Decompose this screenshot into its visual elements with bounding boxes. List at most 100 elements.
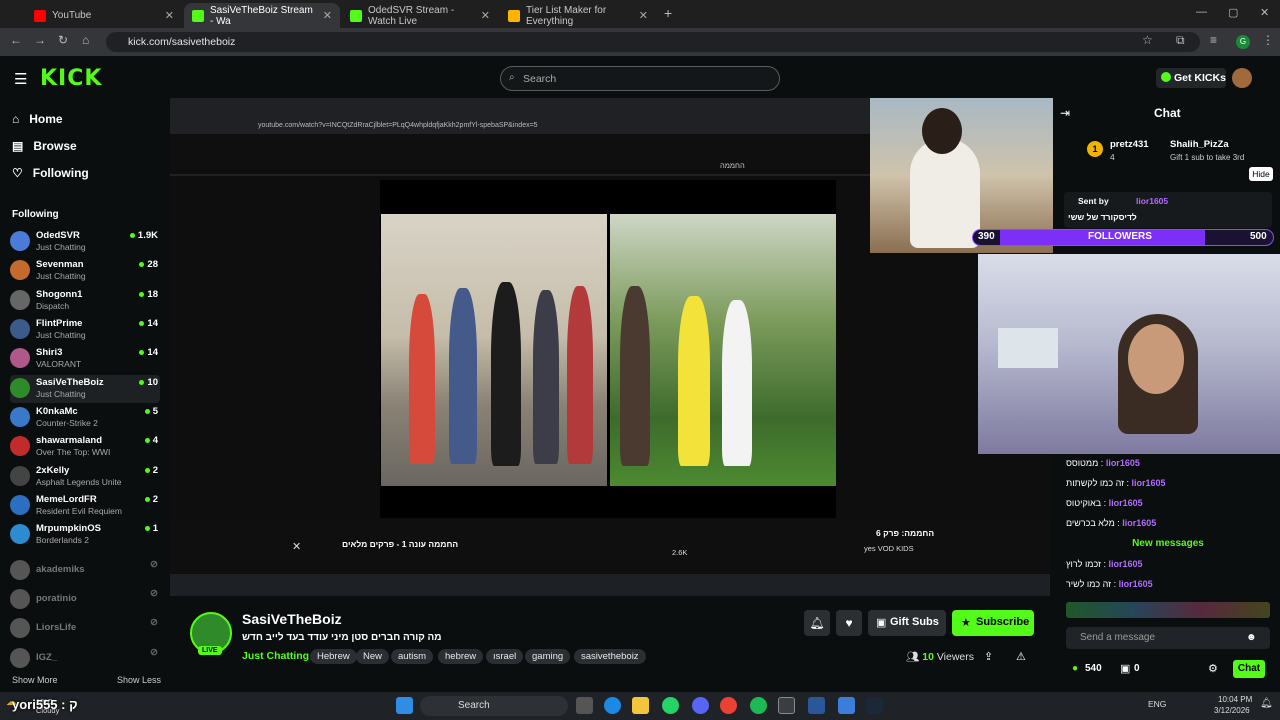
following-heading: Following xyxy=(12,209,59,220)
video-scene-right xyxy=(610,214,836,486)
close-icon[interactable]: ✕ xyxy=(165,9,174,22)
photos-icon[interactable] xyxy=(838,697,855,714)
tab-youtube[interactable]: YouTube ✕ xyxy=(26,3,182,28)
sidebar-item-offline[interactable]: LiorsLife ⊘ xyxy=(10,615,160,643)
channel-name: poratinio xyxy=(36,593,77,604)
maximize-button[interactable]: ▢ xyxy=(1228,6,1238,19)
avatar xyxy=(10,524,30,544)
send-message-input[interactable]: Send a message xyxy=(1066,627,1270,649)
stream-category[interactable]: Just Chatting xyxy=(242,650,309,662)
file-explorer-icon[interactable] xyxy=(632,697,649,714)
show-more-button[interactable]: Show More xyxy=(12,675,58,685)
sidebar-item-memelordfr[interactable]: MemeLordFR Resident Evil Requiem 2 xyxy=(10,492,160,520)
stream-tag[interactable]: Hebrew xyxy=(310,649,357,664)
user-avatar[interactable] xyxy=(1232,68,1252,88)
whatsapp-icon[interactable] xyxy=(662,697,679,714)
close-icon[interactable]: ✕ xyxy=(481,9,490,22)
chrome-active-icon[interactable] xyxy=(778,697,795,714)
collapse-chat-icon[interactable]: ⇥ xyxy=(1060,106,1070,120)
tab-odedsvr[interactable]: OdedSVR Stream - Watch Live ✕ xyxy=(342,3,498,28)
follow-heart-icon[interactable]: ♥ xyxy=(836,610,862,636)
nav-following[interactable]: ♡ Following xyxy=(12,166,89,180)
live-dot-icon xyxy=(139,349,145,355)
sidebar-item-mrpumpkinos[interactable]: MrpumpkinOS Borderlands 2 1 xyxy=(10,521,160,549)
menu-icon[interactable]: ⋮ xyxy=(1262,33,1274,47)
hide-pinned-button[interactable]: Hide xyxy=(1249,167,1273,181)
language-indicator[interactable]: ENG xyxy=(1148,699,1166,709)
forward-icon[interactable]: → xyxy=(34,33,46,47)
url-field[interactable]: kick.com/sasivetheboiz xyxy=(106,32,1200,52)
sidebar-item-sasivetheboiz[interactable]: SasiVeTheBoiz Just Chatting 10 xyxy=(10,375,160,403)
chat-username[interactable]: lior1605 xyxy=(1122,518,1156,528)
close-window-button[interactable]: ✕ xyxy=(1260,6,1269,19)
hamburger-icon[interactable]: ☰ xyxy=(14,70,27,88)
back-icon[interactable]: ← xyxy=(10,33,22,47)
tab-tierlist[interactable]: Tier List Maker for Everything ✕ xyxy=(500,3,656,28)
settings-gear-icon[interactable]: ⚙ xyxy=(1208,662,1218,675)
emote-bar[interactable] xyxy=(1066,602,1270,618)
clock-date[interactable]: 3/12/2026 xyxy=(1214,706,1250,715)
search-input[interactable]: Search xyxy=(500,66,780,91)
sidebar-item-odedsvr[interactable]: OdedSVR Just Chatting 1.9K xyxy=(10,228,160,256)
task-view-icon[interactable] xyxy=(576,697,593,714)
sidebar-item-sevenman[interactable]: Sevenman Just Chatting 28 xyxy=(10,257,160,285)
sidebar-item-offline[interactable]: IGZ_ ⊘ xyxy=(10,645,160,673)
stream-tag[interactable]: sasivetheboiz xyxy=(574,649,646,664)
chat-username[interactable]: lior1605 xyxy=(1106,458,1140,468)
bookmark-star-icon[interactable]: ☆ xyxy=(1142,33,1153,47)
windows-start-icon[interactable] xyxy=(396,697,413,714)
chrome-icon[interactable] xyxy=(720,697,737,714)
sidebar-item-shogonn1[interactable]: Shogonn1 Dispatch 18 xyxy=(10,287,160,315)
spotify-icon[interactable] xyxy=(750,697,767,714)
stream-tag[interactable]: New xyxy=(356,649,390,664)
steam-icon[interactable] xyxy=(866,697,883,714)
sidebar-item-shiri3[interactable]: Shiri3 VALORANT 14 xyxy=(10,345,160,373)
media-icon[interactable]: ≡ xyxy=(1210,33,1217,47)
notifications-icon[interactable]: 🔔︎ xyxy=(1260,698,1273,709)
close-icon[interactable]: ✕ xyxy=(323,9,332,22)
chat-username[interactable]: lior1605 xyxy=(1109,498,1143,508)
notepad-icon[interactable] xyxy=(808,697,825,714)
stream-tag[interactable]: hebrew xyxy=(438,649,484,664)
report-icon[interactable]: ⚠ xyxy=(1016,650,1026,663)
edge-icon[interactable] xyxy=(604,697,621,714)
stream-tag[interactable]: autism xyxy=(391,649,433,664)
chat-username[interactable]: lior1605 xyxy=(1108,559,1142,569)
close-icon[interactable]: ✕ xyxy=(639,9,648,22)
chat-username[interactable]: lior1605 xyxy=(1132,478,1166,488)
extensions-icon[interactable]: ⧉ xyxy=(1176,33,1185,48)
sidebar-item-offline[interactable]: akademiks ⊘ xyxy=(10,557,160,585)
reload-icon[interactable]: ↻ xyxy=(58,33,68,47)
streamer-name[interactable]: SasiVeTheBoiz xyxy=(242,611,342,627)
chat-username[interactable]: lior1605 xyxy=(1119,579,1153,589)
kick-logo[interactable]: KICK xyxy=(40,66,102,91)
windows-search-input[interactable]: Search xyxy=(420,696,568,716)
sidebar-item-shawarmaland[interactable]: shawarmaland Over The Top: WWI 4 xyxy=(10,433,160,461)
sidebar-item-2xkelly[interactable]: 2xKelly Asphalt Legends Unite 2 xyxy=(10,463,160,491)
show-less-button[interactable]: Show Less xyxy=(117,675,161,685)
sidebar-item-flintprime[interactable]: FlintPrime Just Chatting 14 xyxy=(10,316,160,344)
stream-tag[interactable]: ısrael xyxy=(486,649,524,664)
notification-bell-icon[interactable]: 🔔︎ xyxy=(804,610,830,636)
emoji-icon[interactable]: ☻ xyxy=(1246,632,1257,643)
stream-tag[interactable]: gaming xyxy=(525,649,571,664)
nav-home[interactable]: ⌂ Home xyxy=(12,112,63,126)
kick-icon xyxy=(350,9,362,22)
new-messages-divider[interactable]: New messages xyxy=(1066,538,1270,549)
viewer-count: 18 xyxy=(147,289,158,300)
nav-browse[interactable]: ▤ Browse xyxy=(12,139,77,153)
tab-sasivetheboiz[interactable]: SasiVeTheBoiz Stream - Wa ✕ xyxy=(184,3,340,28)
sidebar-item-k0nkamc[interactable]: K0nkaMc Counter-Strike 2 5 xyxy=(10,404,160,432)
profile-avatar[interactable]: G xyxy=(1236,35,1250,49)
new-tab-button[interactable]: + xyxy=(664,5,672,21)
avatar xyxy=(10,348,30,368)
minimize-button[interactable]: — xyxy=(1196,6,1207,18)
discord-icon[interactable] xyxy=(692,697,709,714)
share-icon[interactable]: ⇪ xyxy=(984,650,993,663)
send-chat-button[interactable]: Chat xyxy=(1233,660,1265,678)
clock-time[interactable]: 10:04 PM xyxy=(1218,695,1252,704)
home-icon[interactable]: ⌂ xyxy=(82,33,89,47)
sidebar-item-offline[interactable]: poratinio ⊘ xyxy=(10,586,160,614)
gift-leaderboard-note: Gift 1 sub to take 3rd xyxy=(1170,153,1245,162)
points-icon: ● xyxy=(1072,663,1079,674)
